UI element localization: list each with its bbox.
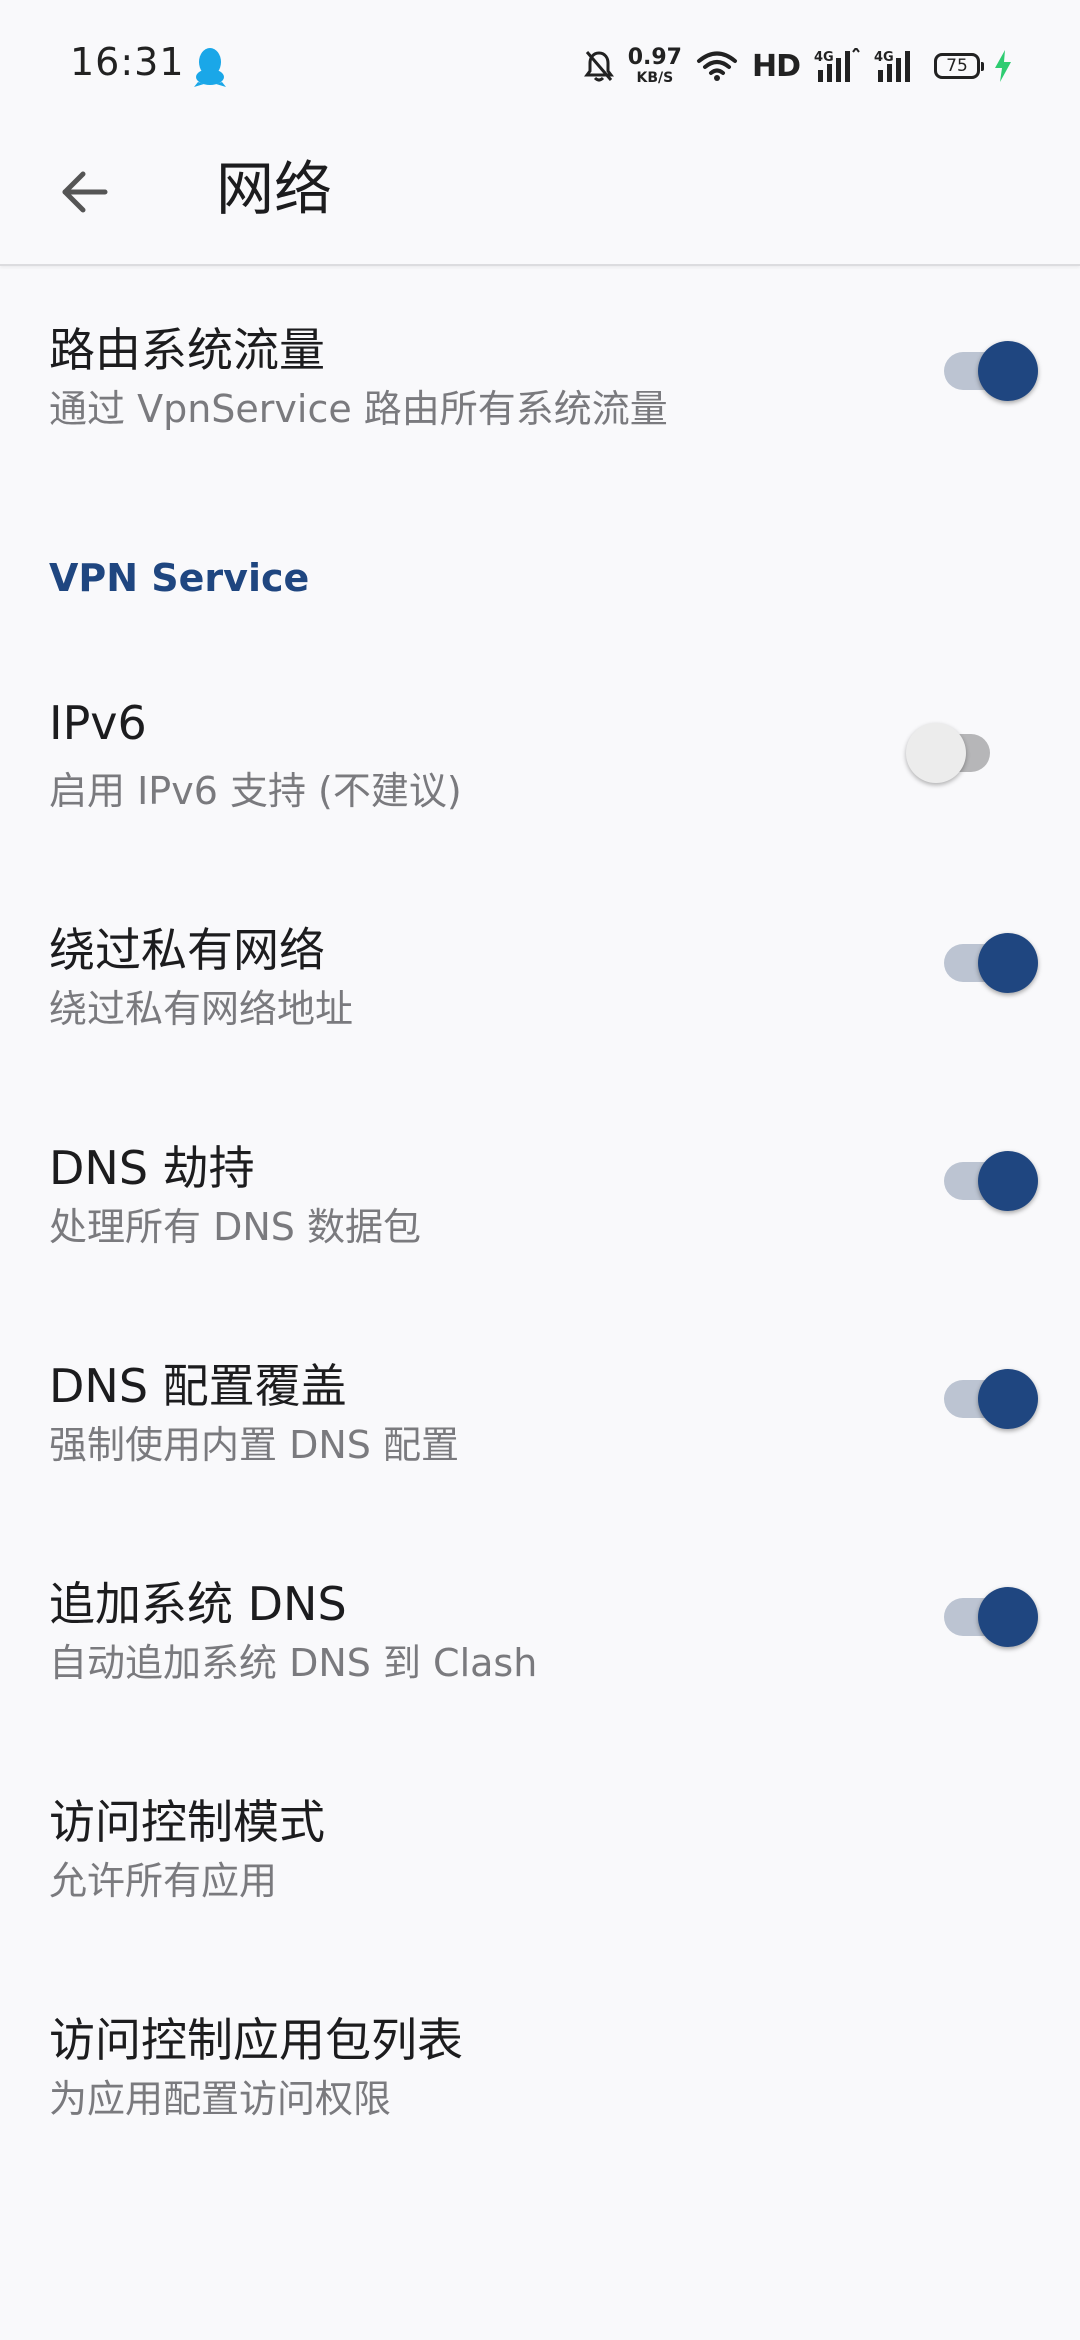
pref-dns-override[interactable]: DNS 配置覆盖 强制使用内置 DNS 配置: [0, 1338, 1080, 1548]
signal-4g-icon-2: 4G: [874, 50, 910, 82]
switch-thumb: [978, 1151, 1038, 1211]
pref-dns-hijack[interactable]: DNS 劫持 处理所有 DNS 数据包: [0, 1120, 1080, 1330]
charging-bolt-icon: [995, 50, 1011, 82]
pref-summary: 允许所有应用: [49, 1859, 278, 1903]
page-title: 网络: [216, 155, 333, 223]
dns-override-switch[interactable]: [944, 1369, 1038, 1429]
pref-route-system-traffic[interactable]: 路由系统流量 通过 VpnService 路由所有系统流量: [0, 266, 1080, 476]
status-time: 16:31: [70, 40, 185, 84]
pref-title: 路由系统流量: [49, 323, 325, 377]
status-bar: 16:31 0.97 KB/S HD 4G 4G 75: [0, 0, 1080, 130]
network-speed-value: 0.97: [627, 45, 682, 70]
dns-hijack-switch[interactable]: [944, 1151, 1038, 1211]
pref-append-system-dns[interactable]: 追加系统 DNS 自动追加系统 DNS 到 Clash: [0, 1556, 1080, 1766]
signal-4g-icon: 4G: [814, 48, 860, 82]
pref-summary: 绕过私有网络地址: [49, 987, 354, 1031]
ipv6-switch[interactable]: [906, 723, 998, 783]
app-bar: 网络: [0, 130, 1080, 266]
pref-title: 访问控制模式: [49, 1795, 325, 1849]
svg-text:4G: 4G: [814, 50, 834, 65]
svg-text:4G: 4G: [874, 50, 894, 65]
pref-summary: 强制使用内置 DNS 配置: [49, 1423, 459, 1467]
pref-title: DNS 劫持: [49, 1141, 255, 1195]
pref-summary: 处理所有 DNS 数据包: [49, 1205, 421, 1249]
arrow-back-icon: [62, 171, 108, 213]
pref-title: 访问控制应用包列表: [49, 2013, 463, 2067]
pref-title: 绕过私有网络: [49, 923, 325, 977]
wifi-icon: [696, 51, 737, 81]
bypass-private-switch[interactable]: [944, 933, 1038, 993]
back-button[interactable]: [44, 152, 124, 232]
pref-summary: 启用 IPv6 支持 (不建议): [49, 769, 462, 813]
pref-access-control-packages[interactable]: 访问控制应用包列表 为应用配置访问权限: [0, 1992, 1080, 2202]
pref-summary: 通过 VpnService 路由所有系统流量: [49, 387, 668, 431]
pref-summary: 自动追加系统 DNS 到 Clash: [49, 1641, 538, 1685]
bell-mute-icon: [583, 51, 614, 82]
route-system-switch[interactable]: [944, 341, 1038, 401]
switch-thumb: [978, 1369, 1038, 1429]
pref-title: 追加系统 DNS: [49, 1577, 347, 1631]
pref-summary: 为应用配置访问权限: [49, 2077, 392, 2121]
battery-level: 75: [946, 55, 968, 76]
pref-title: IPv6: [49, 696, 147, 750]
append-dns-switch[interactable]: [944, 1587, 1038, 1647]
pref-access-control-mode[interactable]: 访问控制模式 允许所有应用: [0, 1774, 1080, 1984]
network-speed-unit: KB/S: [636, 70, 674, 86]
hd-indicator: HD: [751, 48, 801, 84]
network-speed: 0.97 KB/S: [627, 45, 682, 86]
switch-thumb: [906, 723, 966, 783]
pref-title: DNS 配置覆盖: [49, 1359, 347, 1413]
pref-ipv6[interactable]: IPv6 启用 IPv6 支持 (不建议): [0, 684, 1080, 894]
pref-bypass-private-network[interactable]: 绕过私有网络 绕过私有网络地址: [0, 902, 1080, 1112]
switch-thumb: [978, 933, 1038, 993]
status-icons: 0.97 KB/S HD 4G 4G 75: [583, 42, 1012, 90]
section-header-vpn-service: VPN Service: [49, 556, 310, 600]
qq-icon: [194, 48, 226, 87]
switch-thumb: [978, 1587, 1038, 1647]
switch-thumb: [978, 341, 1038, 401]
battery-icon: 75: [934, 53, 984, 79]
